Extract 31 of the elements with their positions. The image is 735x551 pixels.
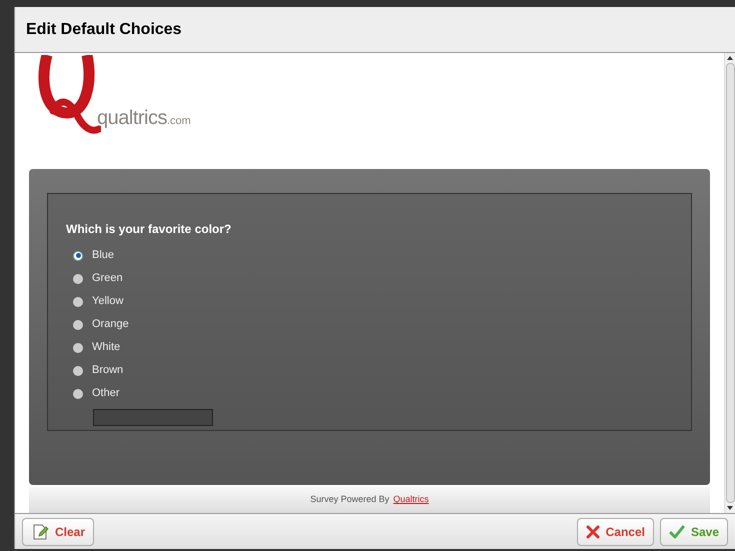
logo-wordmark: qualtrics <box>97 106 167 131</box>
choice-label[interactable]: Green <box>92 270 123 287</box>
close-icon <box>586 524 600 538</box>
powered-by-text: Survey Powered By <box>310 493 390 506</box>
radio-button[interactable] <box>73 320 83 330</box>
scrollbar-thumb[interactable] <box>726 63 734 503</box>
choice-label[interactable]: Orange <box>92 316 129 333</box>
scroll-up-icon[interactable] <box>727 56 733 60</box>
save-button[interactable]: Save <box>660 518 728 546</box>
check-icon <box>668 524 685 538</box>
cancel-button[interactable]: Cancel <box>576 518 654 546</box>
radio-button[interactable] <box>73 366 83 376</box>
other-text-field[interactable] <box>93 408 213 426</box>
choice-label[interactable]: White <box>92 339 120 356</box>
logo-suffix: .com <box>166 115 191 127</box>
radio-button[interactable] <box>73 342 83 352</box>
edit-page-icon <box>31 522 49 540</box>
choice-label[interactable]: Blue <box>92 247 114 264</box>
choice-label[interactable]: Yellow <box>92 293 124 310</box>
scrollbar[interactable] <box>724 53 735 513</box>
choice-label[interactable]: Other <box>92 385 120 402</box>
radio-button[interactable] <box>73 274 83 284</box>
question-text: Which is your favorite color? <box>66 221 232 238</box>
clear-button[interactable]: Clear <box>22 518 94 546</box>
scroll-down-icon[interactable] <box>727 506 733 510</box>
choice-label[interactable]: Brown <box>92 362 124 379</box>
radio-button[interactable] <box>73 388 83 398</box>
radio-button[interactable] <box>73 296 83 306</box>
radio-button[interactable] <box>73 250 83 260</box>
qualtrics-link[interactable]: Qualtrics <box>393 493 429 507</box>
dialog-title: Edit Default Choices <box>26 20 182 40</box>
